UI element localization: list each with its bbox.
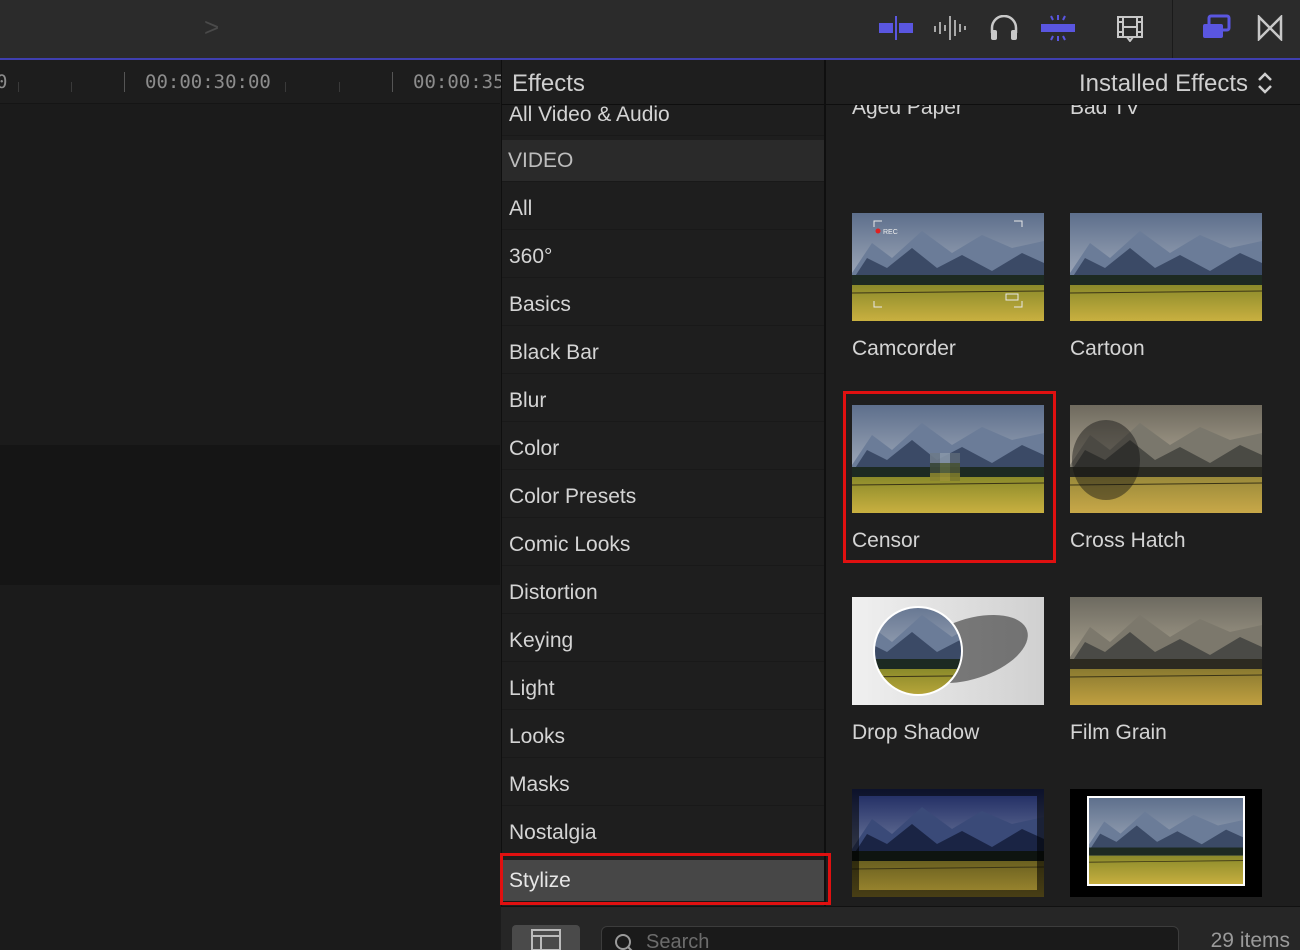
sidebar-item-label: Nostalgia xyxy=(509,820,597,844)
timeline-track[interactable] xyxy=(0,445,500,585)
clip-skimming-icon[interactable] xyxy=(876,12,916,44)
sidebar-item-color[interactable]: Color xyxy=(502,428,825,470)
sidebar-item-label: Blur xyxy=(509,388,547,412)
sidebar-item-label: All Video & Audio xyxy=(509,102,670,126)
effect-tile-film-grain[interactable]: Film Grain xyxy=(1070,597,1262,745)
sidebar-item-nostalgia[interactable]: Nostalgia xyxy=(502,812,825,854)
sidebar-item-label: Light xyxy=(509,676,555,700)
effect-label: Drop Shadow xyxy=(852,721,980,744)
sidebar-item-label: Comic Looks xyxy=(509,532,631,556)
sidebar-item-label: Color xyxy=(509,436,560,460)
effect-tile-cartoon[interactable]: Cartoon xyxy=(1070,213,1262,361)
effect-label: Film Grain xyxy=(1070,721,1167,744)
sidebar-item-stylize[interactable]: Stylize xyxy=(502,860,825,902)
effects-grid: Installed Effects Aged Paper Bad TV REC Cam… xyxy=(826,60,1300,906)
effect-thumbnail[interactable] xyxy=(1070,213,1262,321)
sidebar-item-label: VIDEO xyxy=(508,148,574,172)
effect-thumbnail[interactable] xyxy=(1070,789,1262,897)
sidebar-item-black-bar[interactable]: Black Bar xyxy=(502,332,825,374)
effect-label: Camcorder xyxy=(852,337,956,360)
sidebar-item-360[interactable]: 360° xyxy=(502,236,825,278)
sidebar-item-masks[interactable]: Masks xyxy=(502,764,825,806)
effect-tile-camcorder[interactable]: REC Camcorder xyxy=(852,213,1044,361)
sidebar-item-keying[interactable]: Keying xyxy=(502,620,825,662)
ruler-tick xyxy=(285,82,286,92)
grid-header: Installed Effects xyxy=(826,60,1300,105)
toolbar-separator xyxy=(1172,0,1173,58)
effect-thumbnail[interactable] xyxy=(852,789,1044,897)
snapping-icon[interactable] xyxy=(1038,12,1078,44)
timeline-ruler[interactable]: 0 00:00:30:00 00:00:35 xyxy=(0,60,505,104)
timecode-label: 00:00:35 xyxy=(413,71,505,93)
effect-thumbnail[interactable] xyxy=(852,597,1044,705)
search-icon xyxy=(615,934,633,950)
effect-thumbnail[interactable] xyxy=(852,405,1044,513)
sidebar-item-video: VIDEO xyxy=(502,140,825,182)
effect-label: Cross Hatch xyxy=(1070,529,1186,552)
rec-label: REC xyxy=(883,229,898,236)
timecode-fragment: 0 xyxy=(0,71,8,93)
sidebar-item-color-presets[interactable]: Color Presets xyxy=(502,476,825,518)
effect-tile-cross-hatch[interactable]: Cross Hatch xyxy=(1070,405,1262,553)
ruler-tick xyxy=(71,82,72,92)
sidebar-item-label: Masks xyxy=(509,772,570,796)
effect-tile-unlabeled-9[interactable] xyxy=(1070,789,1262,906)
timeline-area[interactable]: 0 00:00:30:00 00:00:35 xyxy=(0,60,505,950)
effects-browser-icon[interactable] xyxy=(1196,12,1236,44)
effect-label: Censor xyxy=(852,529,920,552)
sidebar-item-all-video-audio[interactable]: All Video & Audio xyxy=(502,94,825,136)
sidebar-layout-icon xyxy=(531,929,561,950)
effects-category-sidebar: Effects All Video & Audio VIDEO All 360° Bas… xyxy=(501,60,825,906)
items-count: 29 items xyxy=(1210,929,1290,950)
sidebar-item-looks[interactable]: Looks xyxy=(502,716,825,758)
forward-chevron-icon[interactable]: > xyxy=(204,12,219,43)
sidebar-item-label: Color Presets xyxy=(509,484,637,508)
sidebar-item-all[interactable]: All xyxy=(502,188,825,230)
effect-thumbnail[interactable]: REC xyxy=(852,213,1044,321)
ruler-tick xyxy=(339,82,340,92)
sidebar-item-label: Black Bar xyxy=(509,340,599,364)
headphones-icon[interactable] xyxy=(984,12,1024,44)
sidebar-item-blur[interactable]: Blur xyxy=(502,380,825,422)
effect-label: Cartoon xyxy=(1070,337,1145,360)
sidebar-item-label: Basics xyxy=(509,292,571,316)
effect-tile-drop-shadow[interactable]: Drop Shadow xyxy=(852,597,1044,745)
sidebar-item-light[interactable]: Light xyxy=(502,668,825,710)
chevron-updown-icon[interactable] xyxy=(1254,69,1276,97)
sidebar-item-basics[interactable]: Basics xyxy=(502,284,825,326)
sidebar-item-label: Looks xyxy=(509,724,566,748)
timecode-label: 00:00:30:00 xyxy=(145,71,271,93)
effect-thumbnail[interactable] xyxy=(1070,405,1262,513)
top-toolbar: > xyxy=(0,0,1300,60)
ruler-tick xyxy=(124,72,125,92)
film-strip-icon[interactable] xyxy=(1110,12,1150,44)
installed-effects-popup[interactable]: Installed Effects xyxy=(1079,70,1248,98)
search-input[interactable] xyxy=(646,931,1146,950)
sidebar-item-comic-looks[interactable]: Comic Looks xyxy=(502,524,825,566)
search-field[interactable] xyxy=(601,926,1179,950)
sidebar-item-distortion[interactable]: Distortion xyxy=(502,572,825,614)
ruler-tick xyxy=(392,72,393,92)
ruler-tick xyxy=(18,82,19,92)
effect-tile-unlabeled-8[interactable] xyxy=(852,789,1044,906)
sidebar-item-label: Stylize xyxy=(509,868,571,892)
effect-thumbnail[interactable] xyxy=(1070,597,1262,705)
sidebar-item-label: Keying xyxy=(509,628,574,652)
transitions-browser-icon[interactable] xyxy=(1250,12,1290,44)
browser-bottom-bar: 29 items xyxy=(501,906,1300,950)
sidebar-item-label: Distortion xyxy=(509,580,598,604)
effect-tile-censor[interactable]: Censor xyxy=(852,405,1044,553)
layout-toggle-button[interactable] xyxy=(512,925,580,950)
sidebar-item-label: 360° xyxy=(509,244,553,268)
audio-skimming-icon[interactable] xyxy=(931,12,971,44)
sidebar-item-label: All xyxy=(509,196,533,220)
